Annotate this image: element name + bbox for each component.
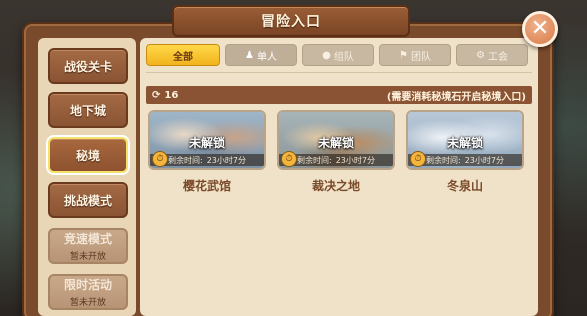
timer-label: 剩余时间: bbox=[297, 155, 332, 165]
sidebar-item-campaign[interactable]: 战役关卡 bbox=[48, 48, 128, 84]
realm-card-name: 樱花武馆 bbox=[182, 179, 231, 193]
dialog-title: 冒险入口 bbox=[172, 5, 410, 37]
sidebar-item-speedrun[interactable]: 竞速模式 暂未开放 bbox=[48, 228, 128, 264]
sidebar-item-dungeon[interactable]: 地下城 bbox=[48, 92, 128, 128]
filter-tabs: 全部 ♟ 单人 ● 组队 ⚑ 团队 ⚙ 工会 bbox=[146, 44, 528, 66]
filter-tab-label: 全部 bbox=[173, 51, 193, 63]
timer-label: 剩余时间: bbox=[426, 155, 461, 165]
close-button[interactable]: ✕ bbox=[522, 11, 558, 47]
filter-tab-all[interactable]: 全部 bbox=[146, 44, 220, 66]
key-notice: (需要消耗秘境石开启秘境入口) bbox=[386, 91, 526, 103]
filter-tab-party[interactable]: ● 组队 bbox=[302, 44, 374, 66]
team-icon: ● bbox=[322, 49, 331, 61]
close-icon: ✕ bbox=[530, 16, 550, 41]
realm-card-sakura-dojo[interactable]: 未解锁 剩余时间: 23小时7分 ⏱ bbox=[148, 110, 266, 170]
realm-card-winter-spring-mountain[interactable]: 未解锁 剩余时间: 23小时7分 ⏱ bbox=[406, 110, 524, 170]
timer-label: 剩余时间: bbox=[168, 155, 203, 165]
sidebar-item-label: 秘境 bbox=[75, 148, 100, 163]
flag-icon: ⚑ bbox=[399, 49, 408, 61]
clock-icon: ⏱ bbox=[281, 151, 297, 167]
clock-icon: ⏱ bbox=[152, 151, 168, 167]
filter-tab-guild[interactable]: ⚙ 工会 bbox=[456, 44, 528, 66]
sidebar-item-label: 战役关卡 bbox=[63, 59, 112, 74]
refresh-icon: ⟳ bbox=[152, 89, 161, 101]
timer-value: 23小时7分 bbox=[206, 155, 246, 165]
person-icon: ♟ bbox=[245, 49, 254, 61]
clock-icon: ⏱ bbox=[410, 151, 426, 167]
key-count: 16 bbox=[164, 89, 179, 101]
gear-icon: ⚙ bbox=[476, 49, 485, 61]
sidebar-item-limited-event[interactable]: 限时活动 暂未开放 bbox=[48, 274, 128, 310]
filter-tab-label: 工会 bbox=[487, 51, 508, 63]
filter-tab-label: 团队 bbox=[410, 51, 431, 63]
sidebar-item-status: 暂未开放 bbox=[69, 252, 106, 262]
realm-card-status: 未解锁 bbox=[446, 136, 483, 150]
realm-card-name: 裁决之地 bbox=[311, 179, 360, 193]
filter-tab-label: 组队 bbox=[333, 51, 354, 63]
divider bbox=[146, 72, 532, 73]
sidebar-item-label: 竞速模式 bbox=[63, 232, 112, 246]
timer-value: 23小时7分 bbox=[464, 155, 504, 165]
realm-card-judgment-land[interactable]: 未解锁 剩余时间: 23小时7分 ⏱ bbox=[277, 110, 395, 170]
sidebar-item-label: 地下城 bbox=[69, 103, 106, 118]
timer-value: 23小时7分 bbox=[335, 155, 375, 165]
sidebar-item-status: 暂未开放 bbox=[69, 298, 106, 308]
sidebar-item-challenge[interactable]: 挑战模式 bbox=[48, 182, 128, 218]
realm-card-status: 未解锁 bbox=[317, 136, 354, 150]
filter-tab-label: 单人 bbox=[256, 51, 277, 63]
realm-card-status: 未解锁 bbox=[188, 136, 225, 150]
sidebar-item-label: 挑战模式 bbox=[63, 193, 112, 208]
filter-tab-solo[interactable]: ♟ 单人 bbox=[225, 44, 297, 66]
realm-card-name: 冬泉山 bbox=[446, 179, 483, 193]
filter-tab-raid[interactable]: ⚑ 团队 bbox=[379, 44, 451, 66]
sidebar-item-secret-realm[interactable]: 秘境 bbox=[48, 137, 128, 173]
realm-key-bar: ⟳ 16 (需要消耗秘境石开启秘境入口) bbox=[146, 86, 532, 104]
sidebar-item-label: 限时活动 bbox=[63, 278, 112, 292]
